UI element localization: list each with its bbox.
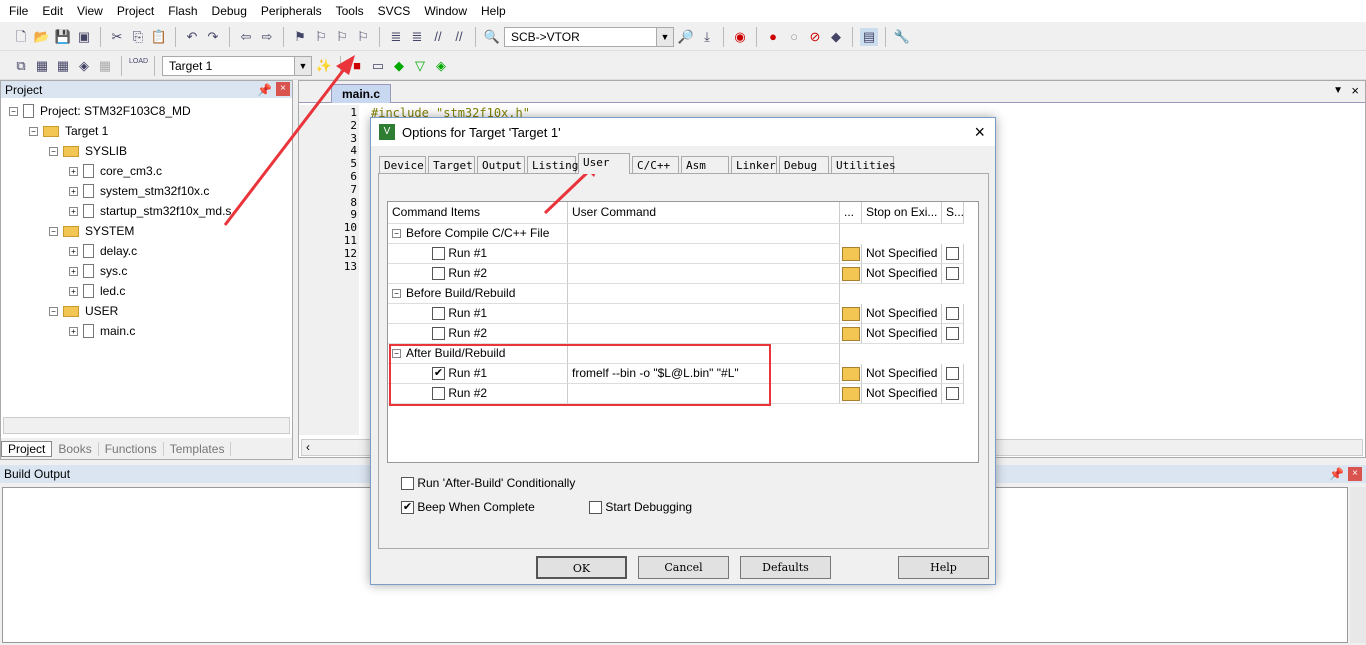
highlight-box bbox=[389, 344, 771, 406]
arrow-head bbox=[336, 55, 355, 75]
tab-user[interactable]: User bbox=[578, 153, 630, 174]
annotation-overlay bbox=[223, 55, 771, 406]
annotation-arrow bbox=[223, 67, 347, 226]
annotation-arrow bbox=[543, 168, 592, 215]
